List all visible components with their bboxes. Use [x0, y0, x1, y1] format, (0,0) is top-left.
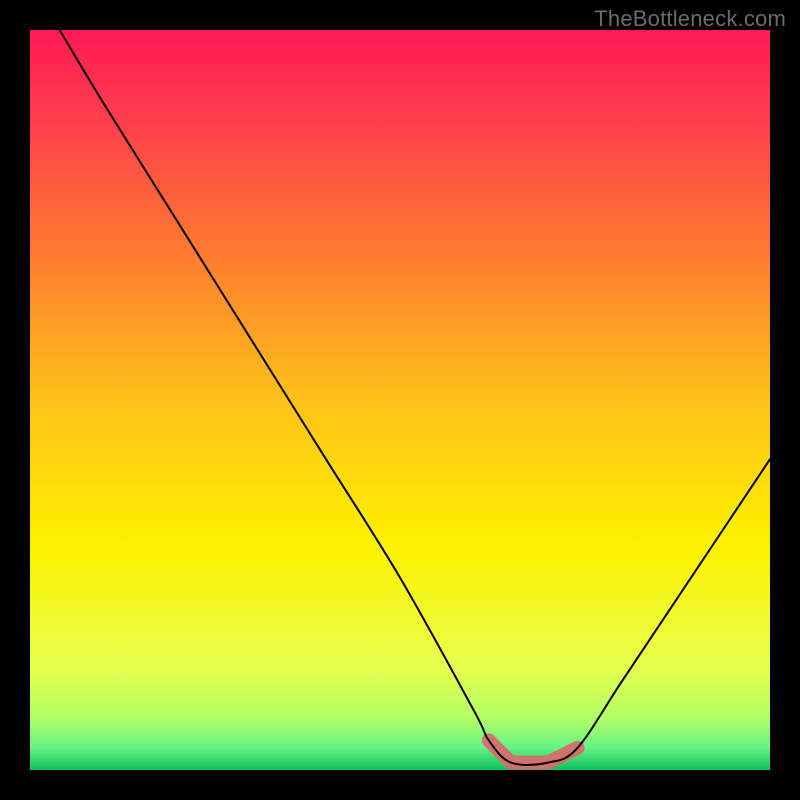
watermark-text: TheBottleneck.com [594, 6, 786, 32]
bottleneck-chart [30, 30, 770, 770]
gradient-background [30, 30, 770, 770]
chart-frame: TheBottleneck.com [0, 0, 800, 800]
